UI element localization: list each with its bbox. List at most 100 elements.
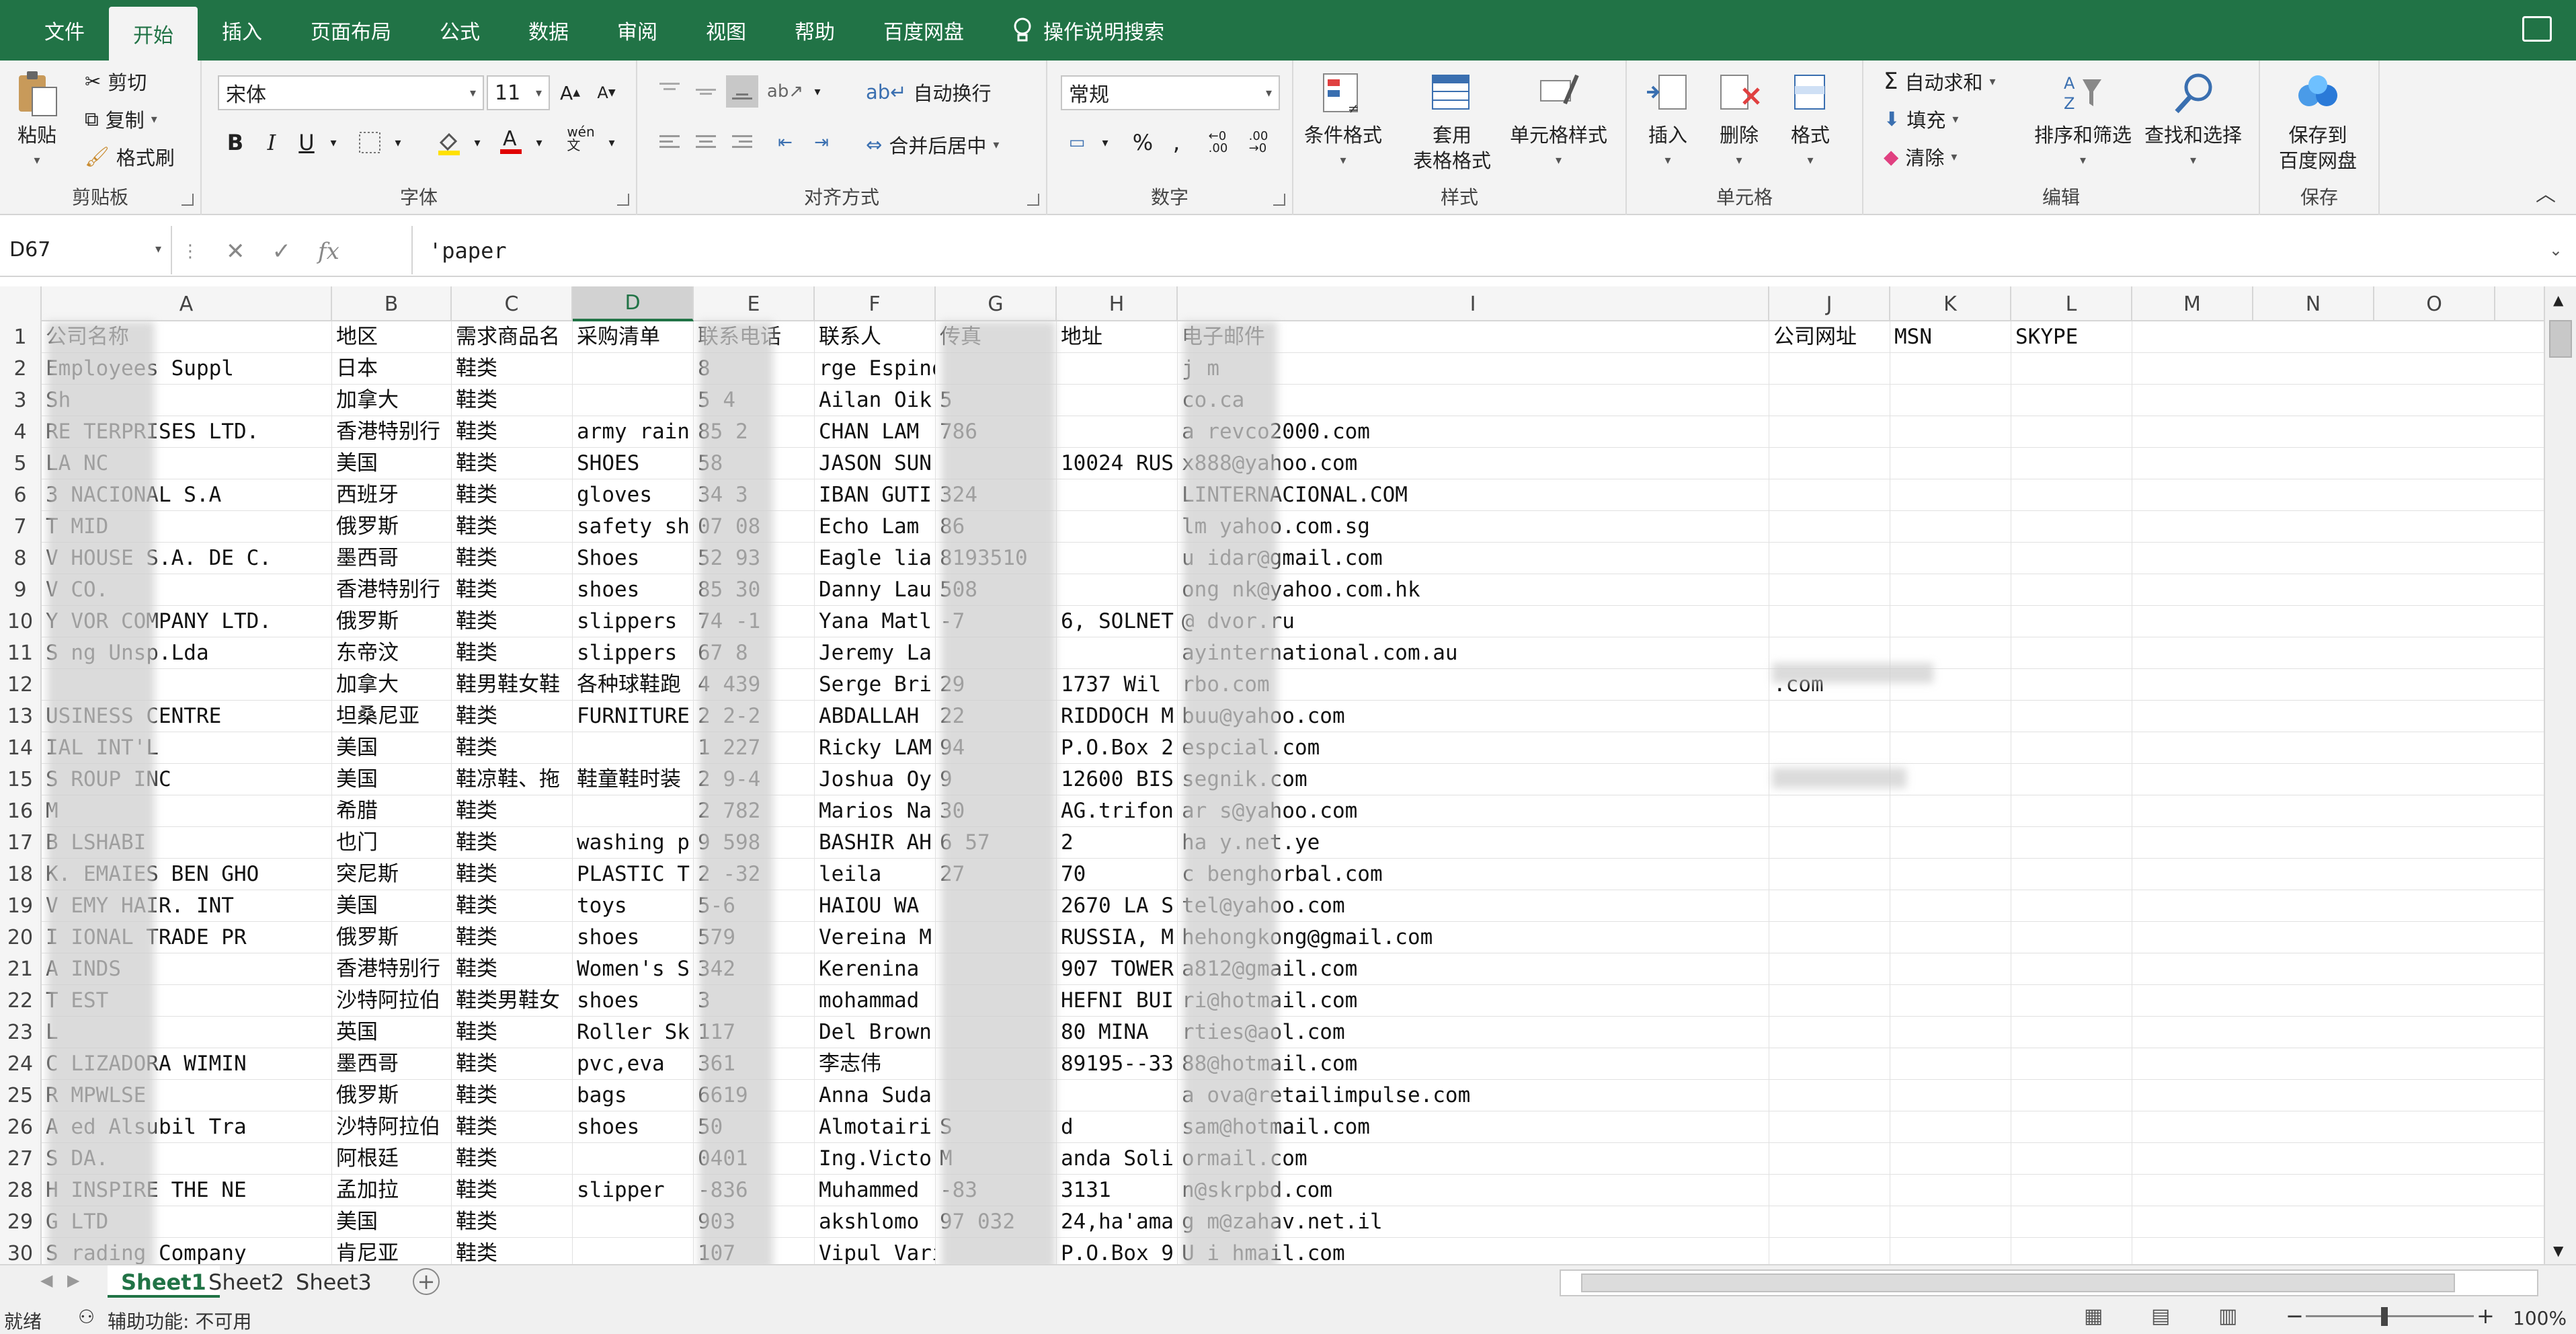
column-header-a[interactable]: A	[42, 286, 332, 321]
orientation-dropdown-icon[interactable]: ▾	[801, 75, 834, 108]
cell-h27[interactable]: anda Soli	[1057, 1143, 1178, 1175]
cell-k19[interactable]	[1890, 890, 2011, 922]
cell-k23[interactable]	[1890, 1017, 2011, 1048]
cell-l21[interactable]	[2011, 953, 2132, 985]
cell-d2[interactable]	[573, 353, 694, 385]
cell-c25[interactable]: 鞋类	[452, 1080, 573, 1111]
delete-cells-button[interactable]: 删除 ▾	[1714, 69, 1764, 173]
cell-l14[interactable]	[2011, 732, 2132, 764]
cell-b19[interactable]: 美国	[332, 890, 452, 922]
cell-j2[interactable]	[1769, 353, 1890, 385]
merge-center-button[interactable]: ⇔ 合并后居中 ▾	[866, 130, 999, 159]
cell-b17[interactable]: 也门	[332, 827, 452, 859]
copy-dropdown-icon[interactable]: ▾	[151, 112, 157, 126]
cell-h2[interactable]	[1057, 353, 1178, 385]
increase-decimal-icon[interactable]: ←0.00	[1202, 126, 1234, 159]
cell-d7[interactable]: safety sh	[573, 511, 694, 543]
cell-c30[interactable]: 鞋类	[452, 1238, 573, 1264]
cell-j27[interactable]	[1769, 1143, 1890, 1175]
cell-b16[interactable]: 希腊	[332, 795, 452, 827]
cell-h1[interactable]: 地址	[1057, 321, 1178, 353]
cell-k21[interactable]	[1890, 953, 2011, 985]
cell-f2[interactable]: rge Espinosa Cepeda	[815, 353, 936, 385]
cell-d1[interactable]: 采购清单	[573, 321, 694, 353]
cell-c6[interactable]: 鞋类	[452, 479, 573, 511]
cell-f25[interactable]: Anna Suda	[815, 1080, 936, 1111]
cell-l11[interactable]	[2011, 637, 2132, 669]
cell-j18[interactable]	[1769, 859, 1890, 890]
format-painter-button[interactable]: 🖌 格式刷	[85, 143, 175, 171]
align-center-icon[interactable]	[690, 126, 722, 159]
format-cells-button[interactable]: 格式 ▾	[1785, 69, 1835, 173]
cell-f10[interactable]: Yana Matl	[815, 606, 936, 637]
cell-d23[interactable]: Roller Sk	[573, 1017, 694, 1048]
cell-j5[interactable]	[1769, 448, 1890, 479]
cell-b21[interactable]: 香港特别行	[332, 953, 452, 985]
cell-c1[interactable]: 需求商品名	[452, 321, 573, 353]
vertical-scroll-thumb[interactable]	[2549, 320, 2572, 358]
cell-j14[interactable]	[1769, 732, 1890, 764]
paste-dropdown-icon[interactable]: ▾	[34, 148, 40, 173]
cell-d3[interactable]	[573, 385, 694, 416]
font-color-icon[interactable]: A	[495, 125, 527, 157]
cell-h4[interactable]	[1057, 416, 1178, 448]
row-header[interactable]: 15	[0, 764, 42, 795]
sort-filter-button[interactable]: AZ 排序和筛选 ▾	[2034, 69, 2132, 173]
cell-h8[interactable]	[1057, 543, 1178, 574]
row-header[interactable]: 21	[0, 953, 42, 985]
row-header[interactable]: 3	[0, 385, 42, 416]
name-box[interactable]: D67 ▾	[0, 226, 172, 274]
chevron-down-icon[interactable]: ▾	[155, 242, 161, 256]
cell-h29[interactable]: 24,ha'ama	[1057, 1206, 1178, 1238]
cell-l9[interactable]	[2011, 574, 2132, 606]
cell-h28[interactable]: 3131	[1057, 1175, 1178, 1206]
increase-indent-icon[interactable]: ⇥	[805, 126, 838, 159]
bold-icon[interactable]: B	[219, 126, 251, 159]
cell-f14[interactable]: Ricky LAM	[815, 732, 936, 764]
font-launcher-icon[interactable]	[617, 194, 629, 206]
increase-font-icon[interactable]: A ▲	[554, 77, 586, 109]
cell-h21[interactable]: 907 TOWER	[1057, 953, 1178, 985]
cell-l25[interactable]	[2011, 1080, 2132, 1111]
cell-j21[interactable]	[1769, 953, 1890, 985]
cell-c11[interactable]: 鞋类	[452, 637, 573, 669]
align-middle-icon[interactable]	[690, 75, 722, 108]
zoom-level[interactable]: 100%	[2513, 1307, 2567, 1329]
row-header[interactable]: 26	[0, 1111, 42, 1143]
cell-k24[interactable]	[1890, 1048, 2011, 1080]
cell-f23[interactable]: Del Brown	[815, 1017, 936, 1048]
cell-h15[interactable]: 12600 BIS	[1057, 764, 1178, 795]
cell-k22[interactable]	[1890, 985, 2011, 1017]
cell-f18[interactable]: leila	[815, 859, 936, 890]
cell-c18[interactable]: 鞋类	[452, 859, 573, 890]
cell-b22[interactable]: 沙特阿拉伯	[332, 985, 452, 1017]
borders-dropdown-icon[interactable]: ▾	[382, 126, 414, 159]
cell-d19[interactable]: toys	[573, 890, 694, 922]
cell-h18[interactable]: 70	[1057, 859, 1178, 890]
cell-d25[interactable]: bags	[573, 1080, 694, 1111]
column-header-k[interactable]: K	[1890, 286, 2011, 321]
cell-d24[interactable]: pvc,eva	[573, 1048, 694, 1080]
cell-b23[interactable]: 英国	[332, 1017, 452, 1048]
fill-color-dropdown-icon[interactable]: ▾	[461, 126, 493, 159]
clear-button[interactable]: ◆ 清除 ▾	[1884, 143, 1957, 171]
select-all-button[interactable]	[0, 286, 42, 321]
cell-d21[interactable]: Women's S	[573, 953, 694, 985]
cell-d16[interactable]	[573, 795, 694, 827]
cell-d30[interactable]	[573, 1238, 694, 1264]
comments-icon[interactable]	[2522, 16, 2552, 42]
cell-j6[interactable]	[1769, 479, 1890, 511]
cell-f28[interactable]: Muhammed	[815, 1175, 936, 1206]
cell-k14[interactable]	[1890, 732, 2011, 764]
cell-l6[interactable]	[2011, 479, 2132, 511]
cell-d11[interactable]: slippers	[573, 637, 694, 669]
row-header[interactable]: 29	[0, 1206, 42, 1238]
cell-b5[interactable]: 美国	[332, 448, 452, 479]
column-header-n[interactable]: N	[2253, 286, 2374, 321]
cell-d15[interactable]: 鞋童鞋时装	[573, 764, 694, 795]
menu-data[interactable]: 数据	[504, 0, 593, 61]
decrease-indent-icon[interactable]: ⇤	[769, 126, 801, 159]
cell-b30[interactable]: 肯尼亚	[332, 1238, 452, 1264]
cell-j30[interactable]	[1769, 1238, 1890, 1264]
cell-h13[interactable]: RIDDOCH M	[1057, 701, 1178, 732]
